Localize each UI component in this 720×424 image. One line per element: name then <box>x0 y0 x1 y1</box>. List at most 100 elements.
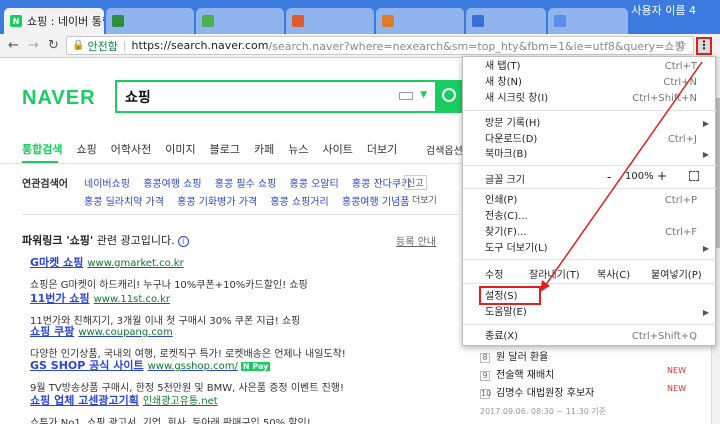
ad-title-link[interactable]: 11번가 쇼핑 <box>30 292 90 305</box>
ad-title-link[interactable]: 쇼핑 업체 고센광고기획 <box>30 394 139 407</box>
ad-register-link[interactable]: 등록 안내 <box>396 233 436 248</box>
tab-favicon-icon <box>292 15 304 27</box>
related-link[interactable]: 홍콩여행 쇼핑 <box>143 179 201 190</box>
cut-button[interactable]: 잘라내기(T) <box>529 266 580 281</box>
related-row-1: 네이버쇼핑 홍콩여행 쇼핑 홍콩 필수 쇼핑 홍콩 오알티 홍콩 잔다쿠키 <box>84 175 420 190</box>
tab-2[interactable] <box>106 8 194 34</box>
reload-icon[interactable]: ↻ <box>48 38 59 53</box>
tab-blog[interactable]: 블로그 <box>210 141 240 157</box>
back-icon[interactable]: ← <box>8 38 19 53</box>
fullscreen-icon[interactable] <box>689 171 699 181</box>
menu-more-tools[interactable]: 도구 더보기(L) ▶ <box>463 241 717 256</box>
ranking-item[interactable]: 10 김명수 대법원장 후보자 NEW <box>480 384 710 399</box>
menu-new-window[interactable]: 새 창(N) Ctrl+N <box>463 75 717 90</box>
menu-exit[interactable]: 종료(X) Ctrl+Shift+Q <box>463 329 717 344</box>
related-link[interactable]: 홍콩 딜라치약 가격 <box>84 197 164 208</box>
ranking-item[interactable]: 8 원 달러 환율 <box>480 348 710 363</box>
tab-7[interactable] <box>548 8 628 34</box>
related-link[interactable]: 홍콩여행 기념품 <box>342 197 410 208</box>
tab-3[interactable] <box>196 8 284 34</box>
related-link[interactable]: 홍콩 기화병가 가격 <box>177 197 257 208</box>
tab-favicon-icon <box>472 15 484 27</box>
ad-title-link[interactable]: G마켓 쇼핑 <box>30 256 83 269</box>
info-icon[interactable]: i <box>177 236 189 247</box>
menu-label: 도움말(E) <box>485 307 527 318</box>
related-link[interactable]: 홍콩 필수 쇼핑 <box>215 179 277 190</box>
menu-label: 북마크(B) <box>485 149 528 160</box>
tab-4[interactable] <box>286 8 374 34</box>
tab-images[interactable]: 이미지 <box>165 141 195 157</box>
menu-label: 도구 더보기(L) <box>485 243 548 254</box>
menu-separator <box>463 259 717 260</box>
rank-number: 9 <box>480 371 490 381</box>
tab-integrated-search[interactable]: 통합검색 <box>22 141 62 157</box>
menu-downloads[interactable]: 다운로드(D) Ctrl+J <box>463 132 717 147</box>
naver-logo[interactable]: NAVER <box>22 87 96 110</box>
menu-find[interactable]: 찾기(F)... Ctrl+F <box>463 225 717 240</box>
ad-title-row: GS SHOP 공식 사이트 www.gsshop.com/N Pay <box>30 357 460 373</box>
ad-url[interactable]: 인쇄광고유통.net <box>143 396 218 407</box>
tab-news[interactable]: 뉴스 <box>288 141 308 157</box>
autocomplete-toggle-icon[interactable]: ▼ <box>420 90 427 100</box>
menu-cast[interactable]: 전송(C)... <box>463 209 717 224</box>
ad-title-link[interactable]: GS SHOP 공식 사이트 <box>30 359 144 372</box>
menu-help[interactable]: 도움말(E) ▶ <box>463 305 717 320</box>
ad-url[interactable]: www.11st.co.kr <box>94 294 170 305</box>
tab-6[interactable] <box>466 8 546 34</box>
ad-title-link[interactable]: 쇼핑 쿠팡 <box>30 325 74 338</box>
related-row-2: 홍콩 딜라치약 가격 홍콩 기화병가 가격 홍콩 쇼핑거리 홍콩여행 기념품 <box>84 193 419 208</box>
menu-shortcut: Ctrl+Shift+N <box>632 93 697 104</box>
npay-badge: N Pay <box>240 362 271 371</box>
ranking-item[interactable]: 9 전술핵 재배치 NEW <box>480 366 710 381</box>
copy-button[interactable]: 복사(C) <box>597 266 630 281</box>
search-options-button[interactable]: 검색옵션 <box>426 142 463 157</box>
tab-shopping[interactable]: 쇼핑 <box>76 141 96 157</box>
powerlink-title: 파워링크 '쇼핑' <box>22 234 94 247</box>
related-link[interactable]: 홍콩 쇼핑거리 <box>270 197 328 208</box>
ad-description: 쇼투가 No1, 쇼핑 광고서, 기업, 회사, 등아래 판매구입 50% 할인… <box>30 418 311 424</box>
profile-name[interactable]: 사용자 이름 4 <box>631 2 696 18</box>
related-link[interactable]: 홍콩 오알티 <box>290 179 339 190</box>
tab-naver-search[interactable]: N 쇼핑 : 네이버 통합검색 <box>4 8 104 34</box>
forward-icon[interactable]: → <box>28 38 39 53</box>
tab-site[interactable]: 사이트 <box>322 141 352 157</box>
section-divider <box>22 214 460 215</box>
tab-favicon-icon <box>554 15 566 27</box>
ad-title-row: G마켓 쇼핑 www.gmarket.co.kr <box>30 254 460 270</box>
zoom-in-button[interactable]: + <box>657 169 667 183</box>
search-button[interactable] <box>437 80 463 113</box>
search-icon <box>442 88 456 102</box>
related-more-button[interactable]: 더보기 <box>412 193 437 206</box>
menu-history[interactable]: 방문 기록(H) ▶ <box>463 116 717 131</box>
tab-5[interactable] <box>376 8 464 34</box>
tab-favicon-icon <box>112 15 124 27</box>
search-input[interactable]: 쇼핑 ▼ <box>115 80 437 113</box>
tab-cafe[interactable]: 카페 <box>254 141 274 157</box>
search-query: 쇼핑 <box>125 89 151 106</box>
menu-bookmarks[interactable]: 북마크(B) ▶ <box>463 147 717 162</box>
ad-url[interactable]: www.gsshop.com/ <box>148 361 238 372</box>
menu-incognito[interactable]: 새 시크릿 창(I) Ctrl+Shift+N <box>463 91 717 106</box>
menu-shortcut: Ctrl+F <box>665 227 697 238</box>
ad-title-row: 11번가 쇼핑 www.11st.co.kr <box>30 290 460 306</box>
bookmark-star-icon[interactable]: ☆ <box>676 38 687 52</box>
rank-number: 10 <box>480 389 492 399</box>
keyboard-icon[interactable] <box>399 92 413 100</box>
zoom-out-button[interactable]: - <box>607 170 611 184</box>
menu-separator <box>463 324 717 325</box>
rank-number: 8 <box>480 353 490 363</box>
tab-dictionary[interactable]: 어학사전 <box>111 141 151 157</box>
tab-more[interactable]: 더보기 <box>367 141 397 157</box>
chrome-menu-button[interactable]: ⋮ <box>696 37 712 55</box>
report-button[interactable]: 신고 <box>404 175 427 190</box>
address-bar[interactable]: 🔒 안전함 | https://search.naver.com/search.… <box>66 36 694 55</box>
ad-url[interactable]: www.coupang.com <box>78 327 172 338</box>
menu-print[interactable]: 인쇄(P) Ctrl+P <box>463 193 717 208</box>
menu-label: 종료(X) <box>485 331 519 342</box>
lock-icon: 🔒 <box>72 40 85 51</box>
related-link[interactable]: 네이버쇼핑 <box>84 179 130 190</box>
ad-url[interactable]: www.gmarket.co.kr <box>87 258 183 269</box>
related-link[interactable]: 홍콩 잔다쿠키 <box>352 179 410 190</box>
paste-button[interactable]: 붙여넣기(P) <box>651 266 702 281</box>
menu-new-tab[interactable]: 새 탭(T) Ctrl+T <box>463 59 717 74</box>
